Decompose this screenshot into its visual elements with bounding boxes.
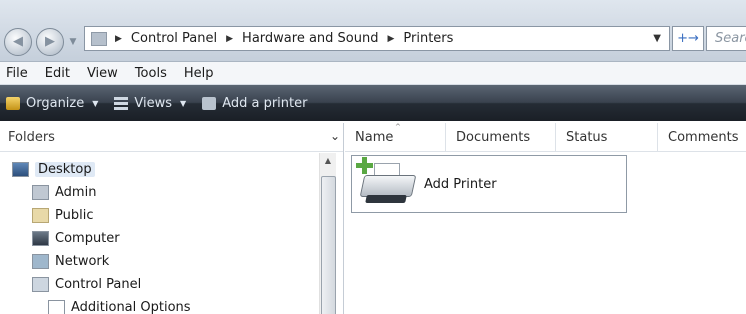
list-item-label: Add Printer <box>424 176 497 192</box>
breadcrumb-control-panel[interactable]: Control Panel <box>131 31 217 46</box>
breadcrumb[interactable]: ▶ Control Panel ▶ Hardware and Sound ▶ P… <box>84 26 670 51</box>
tree-item-label: Control Panel <box>55 276 142 292</box>
computer-icon <box>32 230 49 246</box>
views-button[interactable]: Views ▼ <box>114 96 186 111</box>
recent-pages-dropdown[interactable]: ▼ <box>68 37 78 47</box>
control-panel-icon <box>32 276 49 292</box>
refresh-button[interactable]: +→ <box>672 26 704 51</box>
address-toolbar: ◀ ▶ ▼ ▶ Control Panel ▶ Hardware and Sou… <box>0 0 746 62</box>
column-header-label: Documents <box>456 130 531 145</box>
user-folder-icon <box>32 184 49 200</box>
scroll-up-icon[interactable]: ▲ <box>320 153 336 169</box>
column-header-status[interactable]: Status <box>556 123 658 152</box>
add-printer-icon <box>356 157 418 211</box>
organize-icon <box>6 96 20 110</box>
file-list: ^ Name Documents Status Comments Add Pri… <box>345 123 746 314</box>
breadcrumb-printers[interactable]: Printers <box>403 31 453 46</box>
tree-item-label: Computer <box>55 230 120 246</box>
views-icon <box>114 96 129 110</box>
folders-scrollbar[interactable]: ▲ <box>319 153 336 314</box>
column-header-label: Comments <box>668 130 739 145</box>
chevron-right-icon[interactable]: ▶ <box>387 34 394 44</box>
forward-arrow-icon: ▶ <box>45 34 55 49</box>
chevron-right-icon[interactable]: ▶ <box>226 34 233 44</box>
list-item-add-printer[interactable]: Add Printer <box>351 155 627 213</box>
tree-item-label: Public <box>55 207 94 223</box>
tree-item-admin[interactable]: Admin <box>32 181 96 203</box>
organize-button[interactable]: Organize ▼ <box>6 96 98 111</box>
tree-item-label: Additional Options <box>71 299 191 314</box>
back-button[interactable]: ◀ <box>4 28 32 56</box>
desktop-icon <box>12 161 29 177</box>
tree-item-network[interactable]: Network <box>32 250 109 272</box>
tree-item-label: Network <box>55 253 110 269</box>
menu-file[interactable]: File <box>6 66 28 81</box>
public-folder-icon <box>32 207 49 223</box>
tree-item-label: Desktop <box>35 161 95 177</box>
command-bar: Organize ▼ Views ▼ Add a printer <box>0 85 746 121</box>
additional-options-icon <box>48 299 65 314</box>
chevron-down-icon: ▼ <box>180 98 187 108</box>
sort-ascending-icon: ^ <box>395 123 401 131</box>
column-header-comments[interactable]: Comments <box>658 123 746 152</box>
control-panel-icon <box>91 31 107 46</box>
add-printer-label: Add a printer <box>222 95 308 111</box>
tree-item-control-panel[interactable]: Control Panel <box>32 273 141 295</box>
folders-pane: Folders ⌄ Desktop Admin Public Computer … <box>0 123 344 314</box>
add-printer-button[interactable]: Add a printer <box>202 96 307 111</box>
menu-tools[interactable]: Tools <box>135 66 167 81</box>
menu-bar: File Edit View Tools Help <box>0 62 746 85</box>
column-header-label: Status <box>566 130 608 145</box>
column-headers: ^ Name Documents Status Comments <box>345 123 746 152</box>
forward-button[interactable]: ▶ <box>36 28 64 56</box>
menu-view[interactable]: View <box>87 66 118 81</box>
chevron-down-icon: ▼ <box>92 98 99 108</box>
folders-header[interactable]: Folders ⌄ <box>0 123 343 152</box>
search-input[interactable]: Search <box>706 26 746 51</box>
network-icon <box>32 253 49 269</box>
tree-item-additional-options[interactable]: Additional Options <box>48 296 191 314</box>
add-printer-icon <box>202 96 217 110</box>
menu-help[interactable]: Help <box>184 66 214 81</box>
tree-item-label: Admin <box>55 184 97 200</box>
scrollbar-thumb[interactable] <box>321 176 336 314</box>
chevron-right-icon[interactable]: ▶ <box>115 34 122 44</box>
column-header-label: Name <box>355 130 394 145</box>
back-arrow-icon: ◀ <box>13 34 23 49</box>
folders-title: Folders <box>8 129 55 145</box>
column-header-documents[interactable]: Documents <box>446 123 556 152</box>
column-header-name[interactable]: ^ Name <box>345 123 446 152</box>
chevron-down-icon[interactable]: ⌄ <box>330 129 340 143</box>
views-label: Views <box>134 95 173 111</box>
menu-edit[interactable]: Edit <box>45 66 70 81</box>
address-dropdown-icon[interactable]: ▼ <box>653 33 661 44</box>
organize-label: Organize <box>26 95 85 111</box>
tree-item-computer[interactable]: Computer <box>32 227 120 249</box>
breadcrumb-hardware-and-sound[interactable]: Hardware and Sound <box>242 31 378 46</box>
tree-item-public[interactable]: Public <box>32 204 93 226</box>
tree-item-desktop[interactable]: Desktop <box>12 158 95 180</box>
